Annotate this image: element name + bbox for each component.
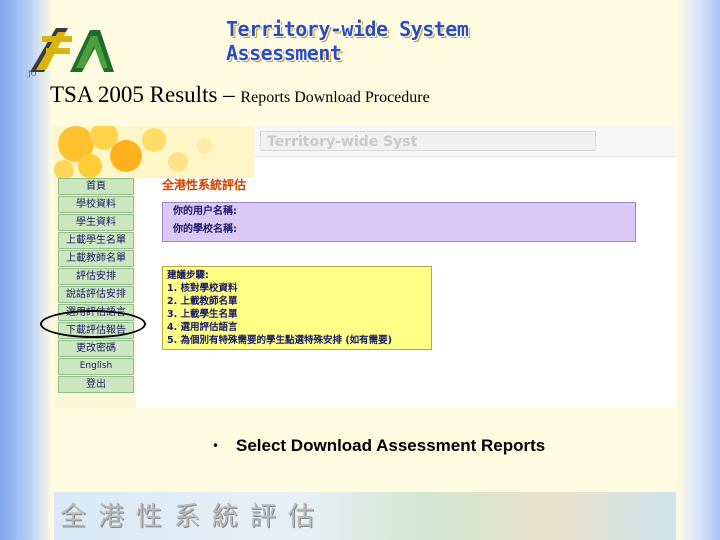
steps-heading: 建議步驟: <box>167 270 209 281</box>
nav-item-speaking-arrangement[interactable]: 說話評估安排 <box>58 286 134 303</box>
tsa-banner: Territory-wide System Assessment <box>226 17 469 65</box>
instruction-text: Select Download Assessment Reports <box>236 436 546 455</box>
user-info-box: 你的用户名稱: 你的學校名稱: <box>162 202 636 242</box>
nav-item-school-info[interactable]: 學校資料 <box>58 196 134 213</box>
nav-item-logout[interactable]: 登出 <box>58 376 134 393</box>
step-item[interactable]: 5. 為個別有特殊需要的學生點選特殊安排 (如有需要) <box>167 334 427 347</box>
slide-title-sub: Reports Download Procedure <box>240 89 430 106</box>
nav-item-english[interactable]: English <box>58 358 134 375</box>
footer-banner: 全港性系統評估 <box>54 492 676 540</box>
slide-title: TSA 2005 Results – Reports Download Proc… <box>50 82 430 108</box>
logo-small-text: JO <box>28 70 37 78</box>
bullet-icon: • <box>212 439 220 453</box>
flower-decoration-icon <box>54 126 254 178</box>
highlight-oval <box>40 310 146 338</box>
screenshot-nav-menu: 首頁 學校資料 學生資料 上載學生名單 上載教師名單 評估安排 說話評估安排 選… <box>58 178 134 394</box>
screenshot-panel: Territory-wide Syst 首頁 學校資料 學生資料 上載學生名單 … <box>54 126 676 408</box>
school-name-label: 你的學校名稱: <box>173 224 237 235</box>
nav-item-upload-student-list[interactable]: 上載學生名單 <box>58 232 134 249</box>
step-item[interactable]: 3. 上載學生名單 <box>167 308 427 321</box>
step-item[interactable]: 4. 選用評估語言 <box>167 321 427 334</box>
content-title: 全港性系統評估 <box>162 178 247 192</box>
nav-item-change-password[interactable]: 更改密碼 <box>58 340 134 357</box>
suggested-steps-box: 建議步驟: 1. 核對學校資料 2. 上載教師名單 3. 上載學生名單 4. 選… <box>162 266 432 350</box>
footer-text: 全港性系統評估 <box>60 502 327 532</box>
step-item[interactable]: 1. 核對學校資料 <box>167 282 427 295</box>
screenshot-sidebar: 首頁 學校資料 學生資料 上載學生名單 上載教師名單 評估安排 說話評估安排 選… <box>54 178 136 408</box>
screenshot-content: 全港性系統評估 你的用户名稱: 你的學校名稱: 建議步驟: 1. 核對學校資料 … <box>162 176 672 350</box>
nav-item-assessment-arrangement[interactable]: 評估安排 <box>58 268 134 285</box>
username-label: 你的用户名稱: <box>173 206 237 217</box>
step-item[interactable]: 2. 上載教師名單 <box>167 295 427 308</box>
nav-item-student-info[interactable]: 學生資料 <box>58 214 134 231</box>
screenshot-header-title: Territory-wide Syst <box>260 131 596 151</box>
slide-title-main: TSA 2005 Results – <box>50 82 241 107</box>
instruction-bullet: • Select Download Assessment Reports <box>212 436 545 456</box>
nav-item-upload-teacher-list[interactable]: 上載教師名單 <box>58 250 134 267</box>
nav-item-home[interactable]: 首頁 <box>58 178 134 195</box>
